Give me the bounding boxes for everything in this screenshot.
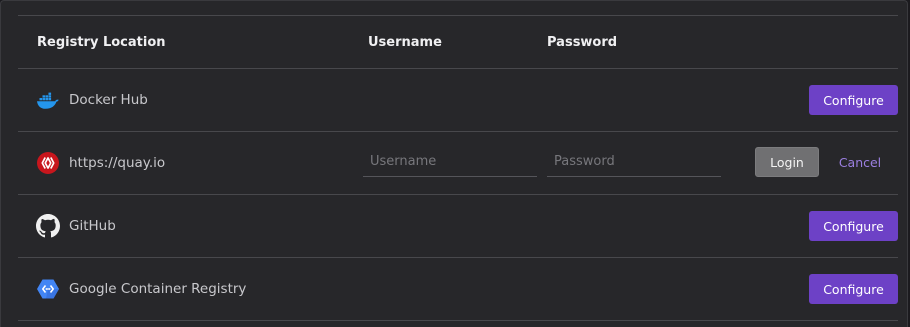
table-divider: [18, 320, 898, 321]
password-field[interactable]: [547, 147, 721, 177]
docker-icon: [36, 89, 60, 113]
registry-name: Google Container Registry: [69, 281, 247, 297]
table-divider: [18, 68, 898, 69]
quay-icon: [36, 151, 60, 175]
google-cloud-icon: [36, 277, 60, 301]
header-registry-location: Registry Location: [37, 35, 166, 50]
table-divider: [18, 15, 898, 16]
registry-name: https://quay.io: [69, 155, 166, 171]
table-divider: [18, 257, 898, 258]
login-button[interactable]: Login: [755, 147, 819, 177]
configure-button[interactable]: Configure: [809, 211, 898, 241]
registry-name: Docker Hub: [69, 92, 148, 108]
table-divider: [18, 131, 898, 132]
table-divider: [18, 194, 898, 195]
github-icon: [36, 214, 60, 238]
registry-panel: Registry Location Username Password Dock…: [0, 0, 908, 327]
header-password: Password: [547, 35, 618, 50]
username-field[interactable]: [363, 147, 537, 177]
header-username: Username: [368, 35, 442, 50]
registry-name: GitHub: [69, 218, 116, 234]
configure-button[interactable]: Configure: [809, 85, 898, 115]
configure-button[interactable]: Configure: [809, 274, 898, 304]
cancel-button[interactable]: Cancel: [835, 147, 885, 177]
